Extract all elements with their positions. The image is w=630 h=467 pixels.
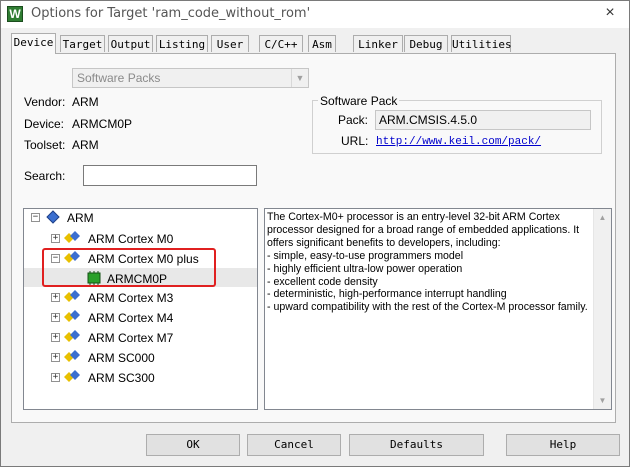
device-label: Device: [24,117,65,131]
cpu-family-icon [64,370,80,382]
description-line: - excellent code density [267,275,378,288]
chevron-down-icon: ▼ [291,69,308,87]
pack-field: ARM.CMSIS.4.5.0 [375,110,591,130]
chip-icon [87,271,101,285]
description-scrollbar[interactable]: ▲ ▼ [593,209,611,409]
tab-device[interactable]: Device [11,33,56,54]
keil-app-icon: W [7,6,23,22]
device-description: The Cortex-M0+ processor is an entry-lev… [264,208,612,410]
search-input[interactable] [83,165,257,186]
description-line: offers significant benefits to developer… [267,236,501,249]
close-button[interactable]: × [601,4,619,22]
tree-item-cortex-m0-plus[interactable]: ARM Cortex M0 plus [88,252,199,266]
pack-label: Pack: [338,113,369,127]
cpu-family-icon [64,330,80,342]
url-label: URL: [341,134,369,148]
cpu-family-icon [64,310,80,322]
tab-listing[interactable]: Listing [156,35,208,52]
tab-user[interactable]: User [211,35,249,52]
tree-item-cortex-m4[interactable]: ARM Cortex M4 [88,311,173,325]
tree-root-arm[interactable]: ARM [67,211,94,225]
cpu-family-icon [64,350,80,362]
expand-icon[interactable]: + [51,373,60,382]
vendor-label: Vendor: [24,95,66,109]
tree-item-sc300[interactable]: ARM SC300 [88,371,155,385]
description-line: processor designed for a broad range of … [267,223,580,236]
device-value: ARMCM0P [72,117,133,131]
expand-icon[interactable]: + [51,353,60,362]
vendor-diamond-icon [46,210,60,224]
software-packs-value: Software Packs [77,71,161,85]
ok-button[interactable]: OK [146,434,240,456]
close-icon: × [605,4,615,21]
expand-icon[interactable]: + [51,293,60,302]
cpu-family-icon [64,251,80,263]
tab-linker[interactable]: Linker [353,35,403,52]
collapse-icon[interactable]: − [51,254,60,263]
description-line: The Cortex-M0+ processor is an entry-lev… [267,211,560,223]
toolset-label: Toolset: [24,138,66,152]
vendor-value: ARM [72,95,99,109]
tab-output[interactable]: Output [108,35,153,52]
tab-debug[interactable]: Debug [404,35,448,52]
tree-item-armcm0p[interactable]: ARMCM0P [107,272,167,286]
tree-item-sc000[interactable]: ARM SC000 [88,351,155,365]
tab-utilities[interactable]: Utilities [451,35,512,52]
description-text: The Cortex-M0+ processor is an entry-lev… [267,211,593,314]
expand-icon[interactable]: + [51,234,60,243]
defaults-button[interactable]: Defaults [349,434,484,456]
pack-url-link[interactable]: http://www.keil.com/pack/ [376,136,541,148]
collapse-root-icon[interactable]: − [31,213,40,222]
help-button[interactable]: Help [506,434,620,456]
description-line: - upward compatibility with the rest of … [267,301,588,314]
cpu-family-icon [64,231,80,243]
software-packs-dropdown[interactable]: Software Packs ▼ [72,68,309,88]
tab-asm[interactable]: Asm [308,35,336,52]
description-line: - highly efficient ultra-low power opera… [267,262,463,275]
software-pack-title: Software Pack [318,94,400,108]
expand-icon[interactable]: + [51,333,60,342]
cancel-button[interactable]: Cancel [247,434,341,456]
scroll-down-icon[interactable]: ▼ [594,392,611,409]
toolset-value: ARM [72,138,99,152]
tree-item-cortex-m7[interactable]: ARM Cortex M7 [88,331,173,345]
window-title: Options for Target 'ram_code_without_rom… [31,6,311,21]
cpu-family-icon [64,290,80,302]
tab-target[interactable]: Target [60,35,105,52]
description-line: - deterministic, high-performance interr… [267,288,507,301]
title-bar: W Options for Target 'ram_code_without_r… [1,1,629,28]
tree-item-cortex-m0[interactable]: ARM Cortex M0 [88,232,173,246]
scroll-up-icon[interactable]: ▲ [594,209,611,226]
description-line: - simple, easy-to-use programmers model [267,249,464,262]
search-label: Search: [24,169,66,183]
tab-strip: Device Target Output Listing User C/C++ … [11,33,616,54]
expand-icon[interactable]: + [51,313,60,322]
tree-item-cortex-m3[interactable]: ARM Cortex M3 [88,291,173,305]
tab-c-cpp[interactable]: C/C++ [259,35,303,52]
